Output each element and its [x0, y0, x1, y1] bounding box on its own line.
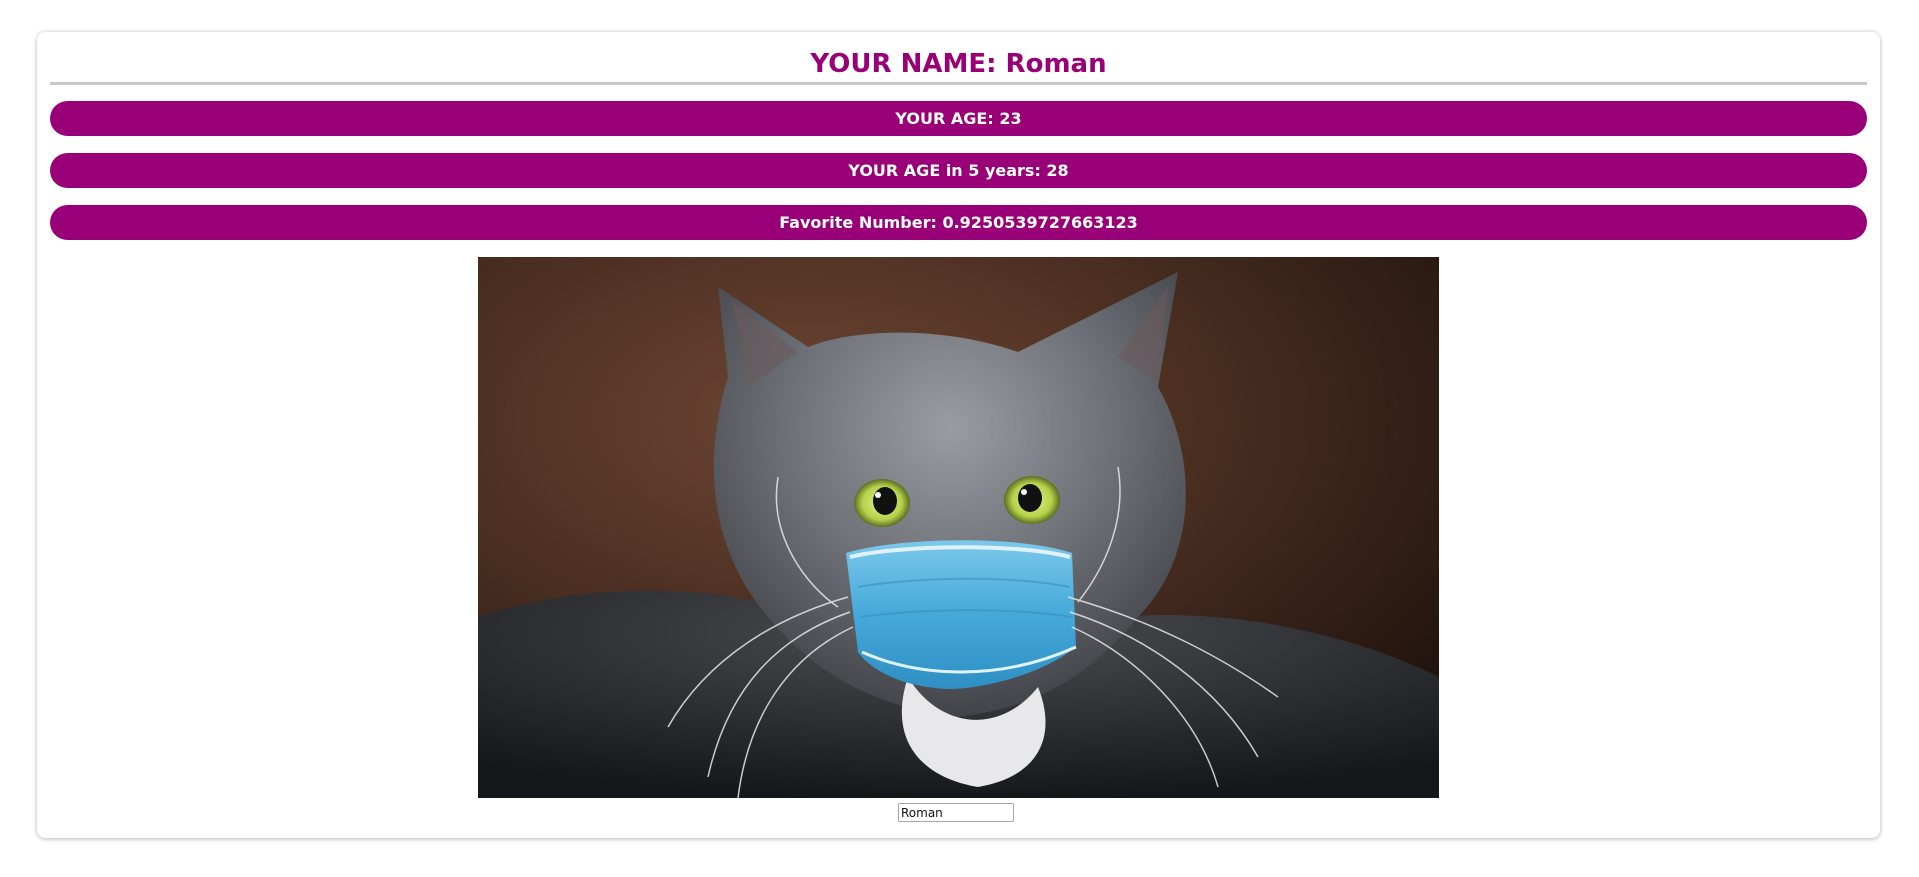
title-divider — [50, 82, 1867, 85]
favorite-number-banner: Favorite Number: 0.9250539727663123 — [50, 205, 1867, 240]
profile-card: YOUR NAME: Roman YOUR AGE: 23 YOUR AGE i… — [37, 32, 1880, 838]
age-in-5-years-banner: YOUR AGE in 5 years: 28 — [50, 153, 1867, 188]
age-banner: YOUR AGE: 23 — [50, 101, 1867, 136]
name-input[interactable] — [898, 803, 1014, 822]
cat-with-mask-photo — [478, 257, 1439, 798]
page-title: YOUR NAME: Roman — [810, 49, 1107, 79]
